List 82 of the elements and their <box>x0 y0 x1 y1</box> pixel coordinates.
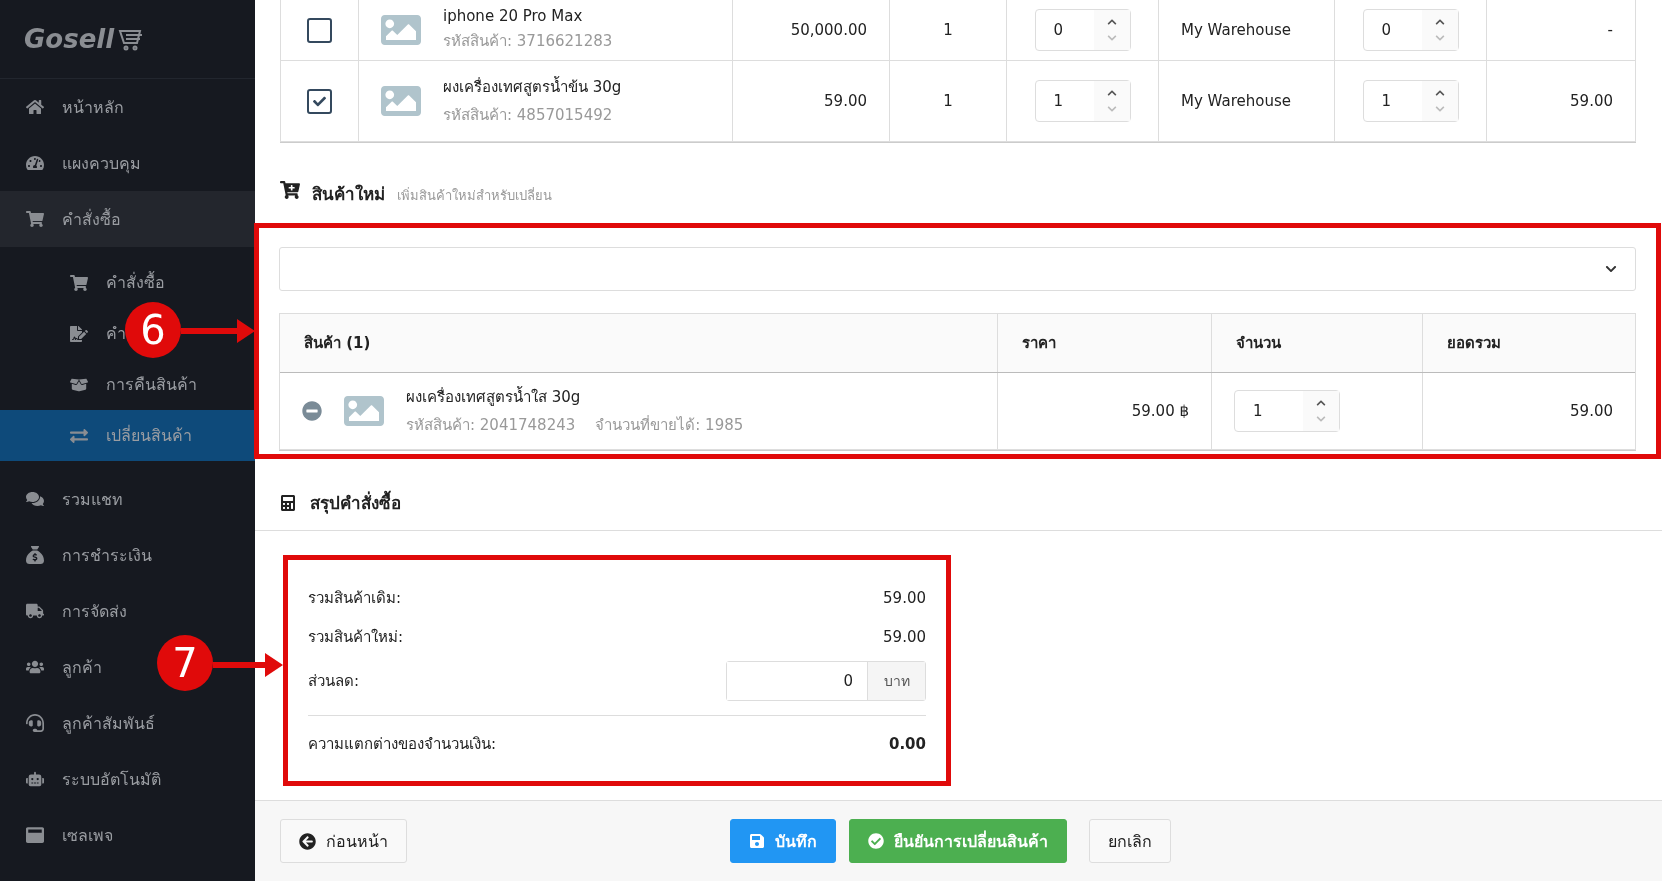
sidebar-item[interactable]: รวมแชท <box>26 486 123 512</box>
column-header: จำนวน <box>1236 333 1281 354</box>
checkbox[interactable] <box>307 88 332 114</box>
sidebar-item[interactable]: การจัดส่ง <box>26 598 127 624</box>
users-icon <box>26 658 44 676</box>
cart-icon <box>70 273 88 292</box>
product-name: iphone 20 Pro Max <box>443 7 584 25</box>
gauge-icon <box>26 154 44 172</box>
discount-field[interactable]: 0 บาท <box>726 660 926 701</box>
truck-icon <box>26 602 44 620</box>
home-icon <box>26 98 44 116</box>
quantity-field[interactable]: 0 <box>1362 9 1459 51</box>
summary-label: ส่วนลด: <box>308 670 360 692</box>
document-icon <box>70 324 88 343</box>
sidebar-item[interactable]: ลูกค้าสัมพันธ์ <box>26 710 155 736</box>
sidebar-item[interactable]: คำ <box>70 321 126 346</box>
table-cell: 59.00 <box>1570 402 1613 420</box>
quantity-field[interactable]: 0 <box>1034 9 1131 51</box>
cancel-button[interactable]: ยกเลิก <box>1089 819 1171 863</box>
product-name: ผงเครื่องเทศสูตรน้ำข้น 30g <box>443 75 622 98</box>
summary-value: 59.00 <box>883 588 926 607</box>
check-icon <box>313 94 326 108</box>
money-bag-icon <box>26 546 44 564</box>
sidebar-item[interactable]: ระบบอัตโนมัติ <box>26 766 161 792</box>
sidebar-item[interactable]: ลูกค้า <box>26 654 102 680</box>
sidebar-item[interactable]: เซลเพจ <box>26 822 113 848</box>
product-name: ผงเครื่องเทศสูตรน้ำใส 30g <box>406 385 582 408</box>
section-title: สินค้าใหม่ <box>312 183 385 206</box>
summary-value: 59.00 <box>883 627 926 646</box>
cart-icon <box>26 210 44 228</box>
window-icon <box>26 826 44 844</box>
sidebar-item[interactable]: การชำระเงิน <box>26 542 152 568</box>
product-code: รหัสสินค้า: 3716621283 <box>443 31 613 52</box>
table-cell: 59.00 <box>1570 92 1613 110</box>
remove-icon[interactable] <box>302 401 322 421</box>
cart-plus-icon <box>280 180 300 200</box>
back-button[interactable]: ก่อนหน้า <box>280 819 407 863</box>
summary-label: รวมสินค้าเดิม: <box>308 587 402 609</box>
column-header: สินค้า (1) <box>304 333 371 354</box>
chevron-up-icon[interactable] <box>1316 398 1326 408</box>
section-subtitle: เพิ่มสินค้าใหม่สำหรับเปลี่ยน <box>397 186 552 205</box>
chevron-up-icon[interactable] <box>1106 88 1117 98</box>
sidebar-item[interactable]: เปลี่ยนสินค้า <box>0 410 255 461</box>
quantity-field[interactable]: 1 <box>1234 390 1340 432</box>
column-header: ราคา <box>1022 333 1056 354</box>
section-title: สรุปคำสั่งซื้อ <box>310 489 401 516</box>
quantity-field[interactable]: 1 <box>1362 80 1459 122</box>
product-code: รหัสสินค้า: 4857015492 <box>443 105 614 126</box>
checkbox[interactable] <box>307 17 332 43</box>
table-cell: 1 <box>943 21 953 39</box>
exchange-icon <box>70 426 88 445</box>
chat-icon <box>26 490 44 508</box>
column-header: ยอดรวม <box>1447 333 1501 354</box>
check-icon <box>868 833 884 849</box>
chevron-down-icon <box>1605 263 1617 275</box>
robot-icon <box>26 770 44 788</box>
sidebar-item[interactable]: คำสั่งซื้อ <box>0 191 255 247</box>
table-cell: 59.00 ฿ <box>1131 402 1189 420</box>
sidebar-item[interactable]: คำสั่งซื้อ <box>70 270 165 295</box>
sidebar-item[interactable]: แผงควบคุม <box>26 150 141 176</box>
product-code: รหัสสินค้า: 2041748243 <box>406 415 576 436</box>
summary-value: 0.00 <box>889 734 926 753</box>
logo: Gosell <box>24 24 115 54</box>
quantity-field[interactable]: 1 <box>1034 80 1131 122</box>
table-cell: 1 <box>943 92 953 110</box>
back-icon <box>299 832 316 850</box>
summary-label: รวมสินค้าใหม่: <box>308 626 404 648</box>
chevron-up-icon[interactable] <box>1106 17 1117 27</box>
table-cell: 50,000.00 <box>790 21 867 39</box>
available-quantity: จำนวนที่ขายได้: 1985 <box>595 414 744 436</box>
table-cell: 59.00 <box>824 92 867 110</box>
sidebar-item[interactable]: หน้าหลัก <box>26 94 124 120</box>
sidebar-item[interactable]: การคืนสินค้า <box>70 372 197 397</box>
chevron-up-icon[interactable] <box>1434 88 1445 98</box>
table-cell: My Warehouse <box>1181 92 1291 110</box>
chevron-up-icon[interactable] <box>1434 17 1445 27</box>
table-cell: My Warehouse <box>1181 21 1291 39</box>
table-cell: - <box>1607 21 1613 39</box>
save-icon <box>749 833 765 849</box>
summary-label: ความแตกต่างของจำนวนเงิน: <box>308 733 497 755</box>
calculator-icon <box>280 494 296 511</box>
headset-user-icon <box>26 714 44 732</box>
